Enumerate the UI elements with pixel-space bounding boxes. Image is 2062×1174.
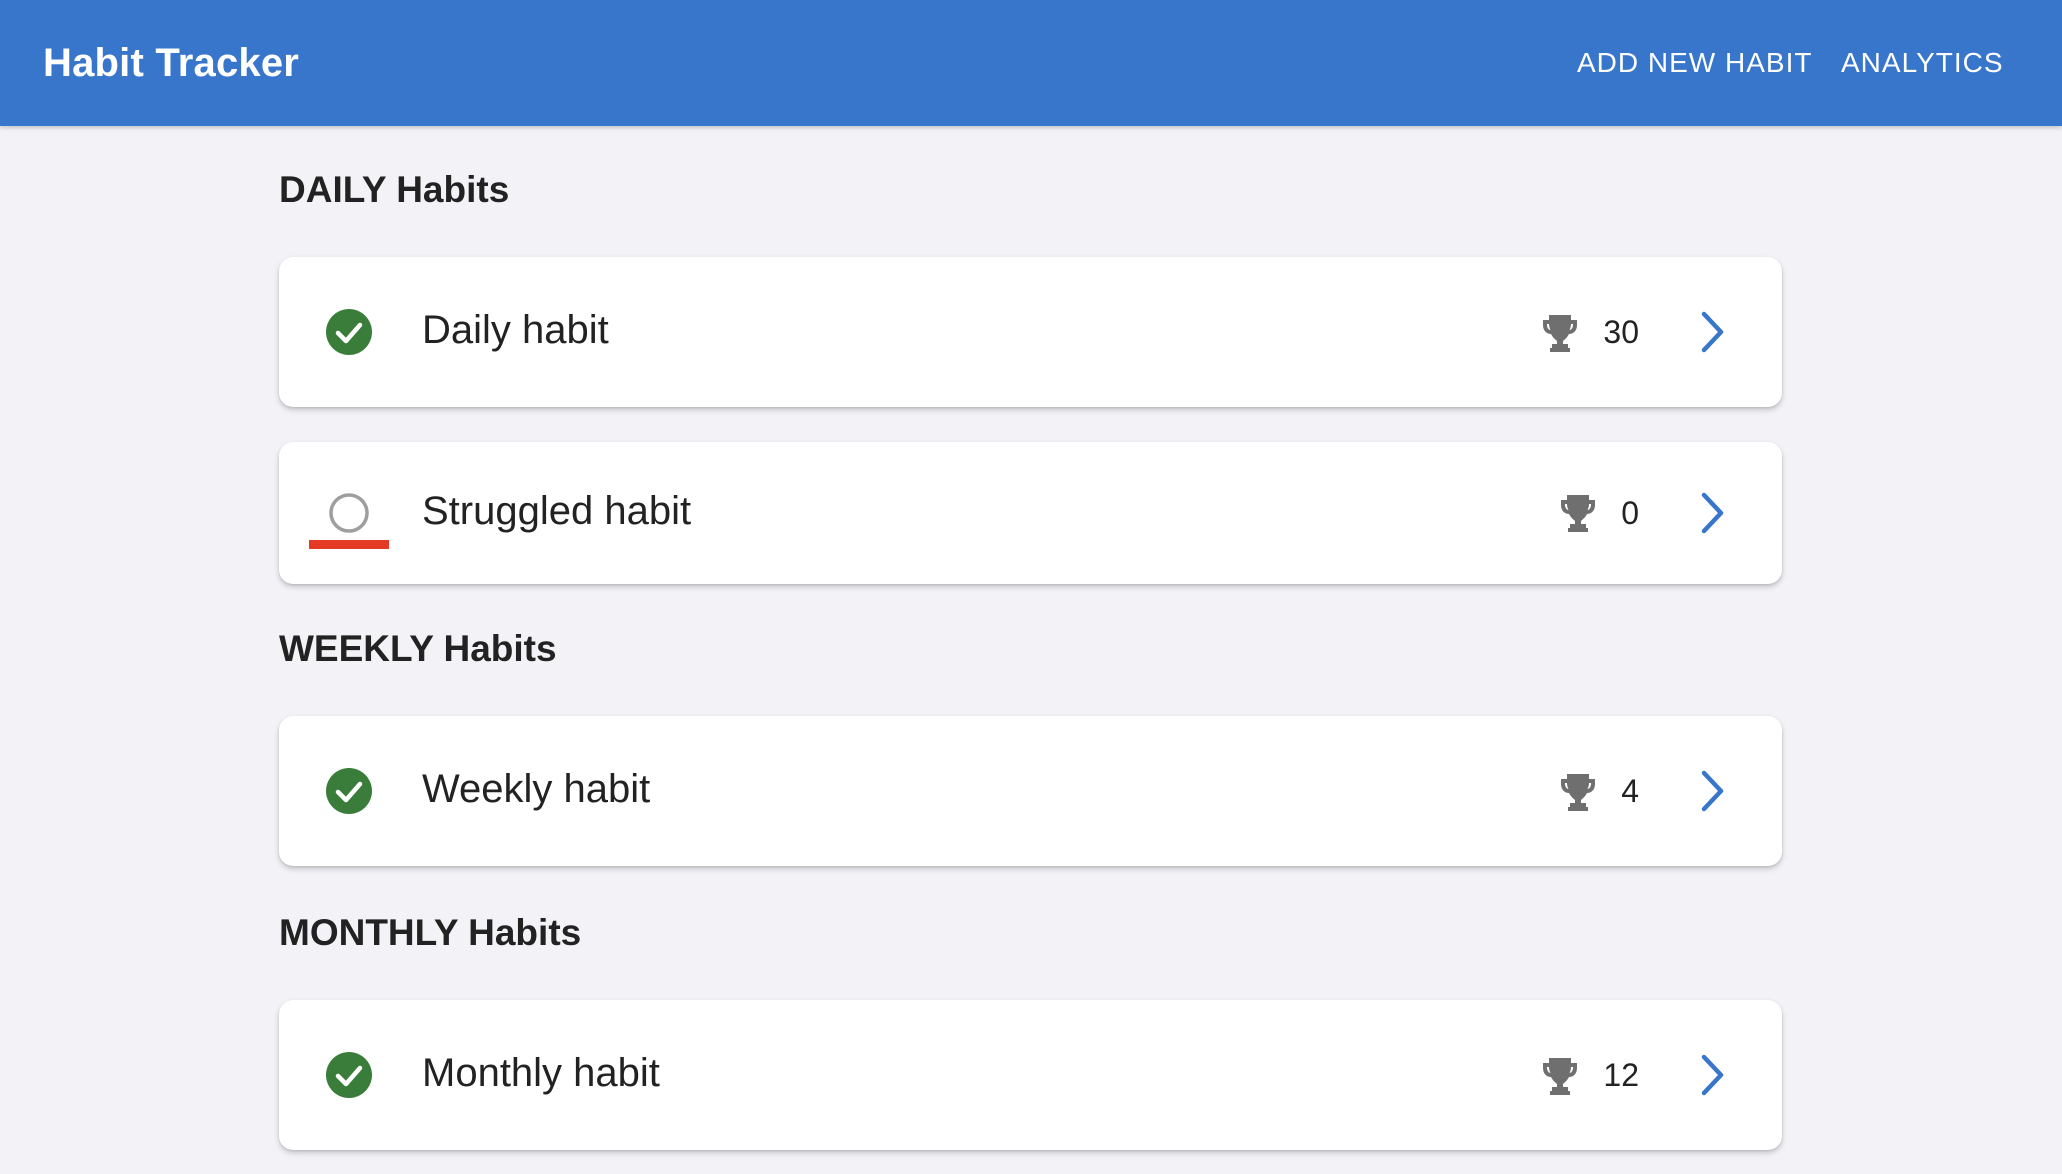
- habit-name: Monthly habit: [422, 1051, 660, 1095]
- check-circle-icon[interactable]: [325, 1051, 373, 1099]
- trophy-icon: [1559, 492, 1597, 532]
- streak-count: 4: [1621, 773, 1639, 809]
- habit-name: Weekly habit: [422, 767, 651, 811]
- habit-name: Struggled habit: [422, 489, 692, 533]
- streak-count: 30: [1603, 314, 1639, 350]
- chevron-right-icon[interactable]: [1697, 310, 1727, 354]
- section-title-monthly: MONTHLY Habits: [279, 912, 582, 953]
- app-bar: Habit Tracker ADD NEW HABIT ANALYTICS: [0, 0, 2062, 126]
- struggle-indicator-bar: [309, 540, 389, 549]
- analytics-button[interactable]: ANALYTICS: [1841, 0, 2004, 126]
- trophy-icon: [1559, 771, 1597, 811]
- check-circle-icon[interactable]: [325, 767, 373, 815]
- streak-count: 0: [1621, 495, 1639, 531]
- chevron-right-icon[interactable]: [1697, 769, 1727, 813]
- habit-card-monthly[interactable]: Monthly habit 12: [279, 1000, 1782, 1150]
- empty-circle-icon[interactable]: [325, 489, 373, 537]
- habit-card-daily[interactable]: Daily habit 30: [279, 257, 1782, 407]
- add-new-habit-button[interactable]: ADD NEW HABIT: [1577, 0, 1812, 126]
- section-title-daily: DAILY Habits: [279, 169, 510, 210]
- check-circle-icon[interactable]: [325, 308, 373, 356]
- trophy-icon: [1541, 1055, 1579, 1095]
- trophy-icon: [1541, 312, 1579, 352]
- app-title: Habit Tracker: [43, 41, 300, 85]
- habit-card-struggled[interactable]: Struggled habit 0: [279, 442, 1782, 584]
- chevron-right-icon[interactable]: [1697, 491, 1727, 535]
- habit-name: Daily habit: [422, 308, 609, 352]
- habit-card-weekly[interactable]: Weekly habit 4: [279, 716, 1782, 866]
- chevron-right-icon[interactable]: [1697, 1053, 1727, 1097]
- section-title-weekly: WEEKLY Habits: [279, 628, 557, 669]
- streak-count: 12: [1603, 1057, 1639, 1093]
